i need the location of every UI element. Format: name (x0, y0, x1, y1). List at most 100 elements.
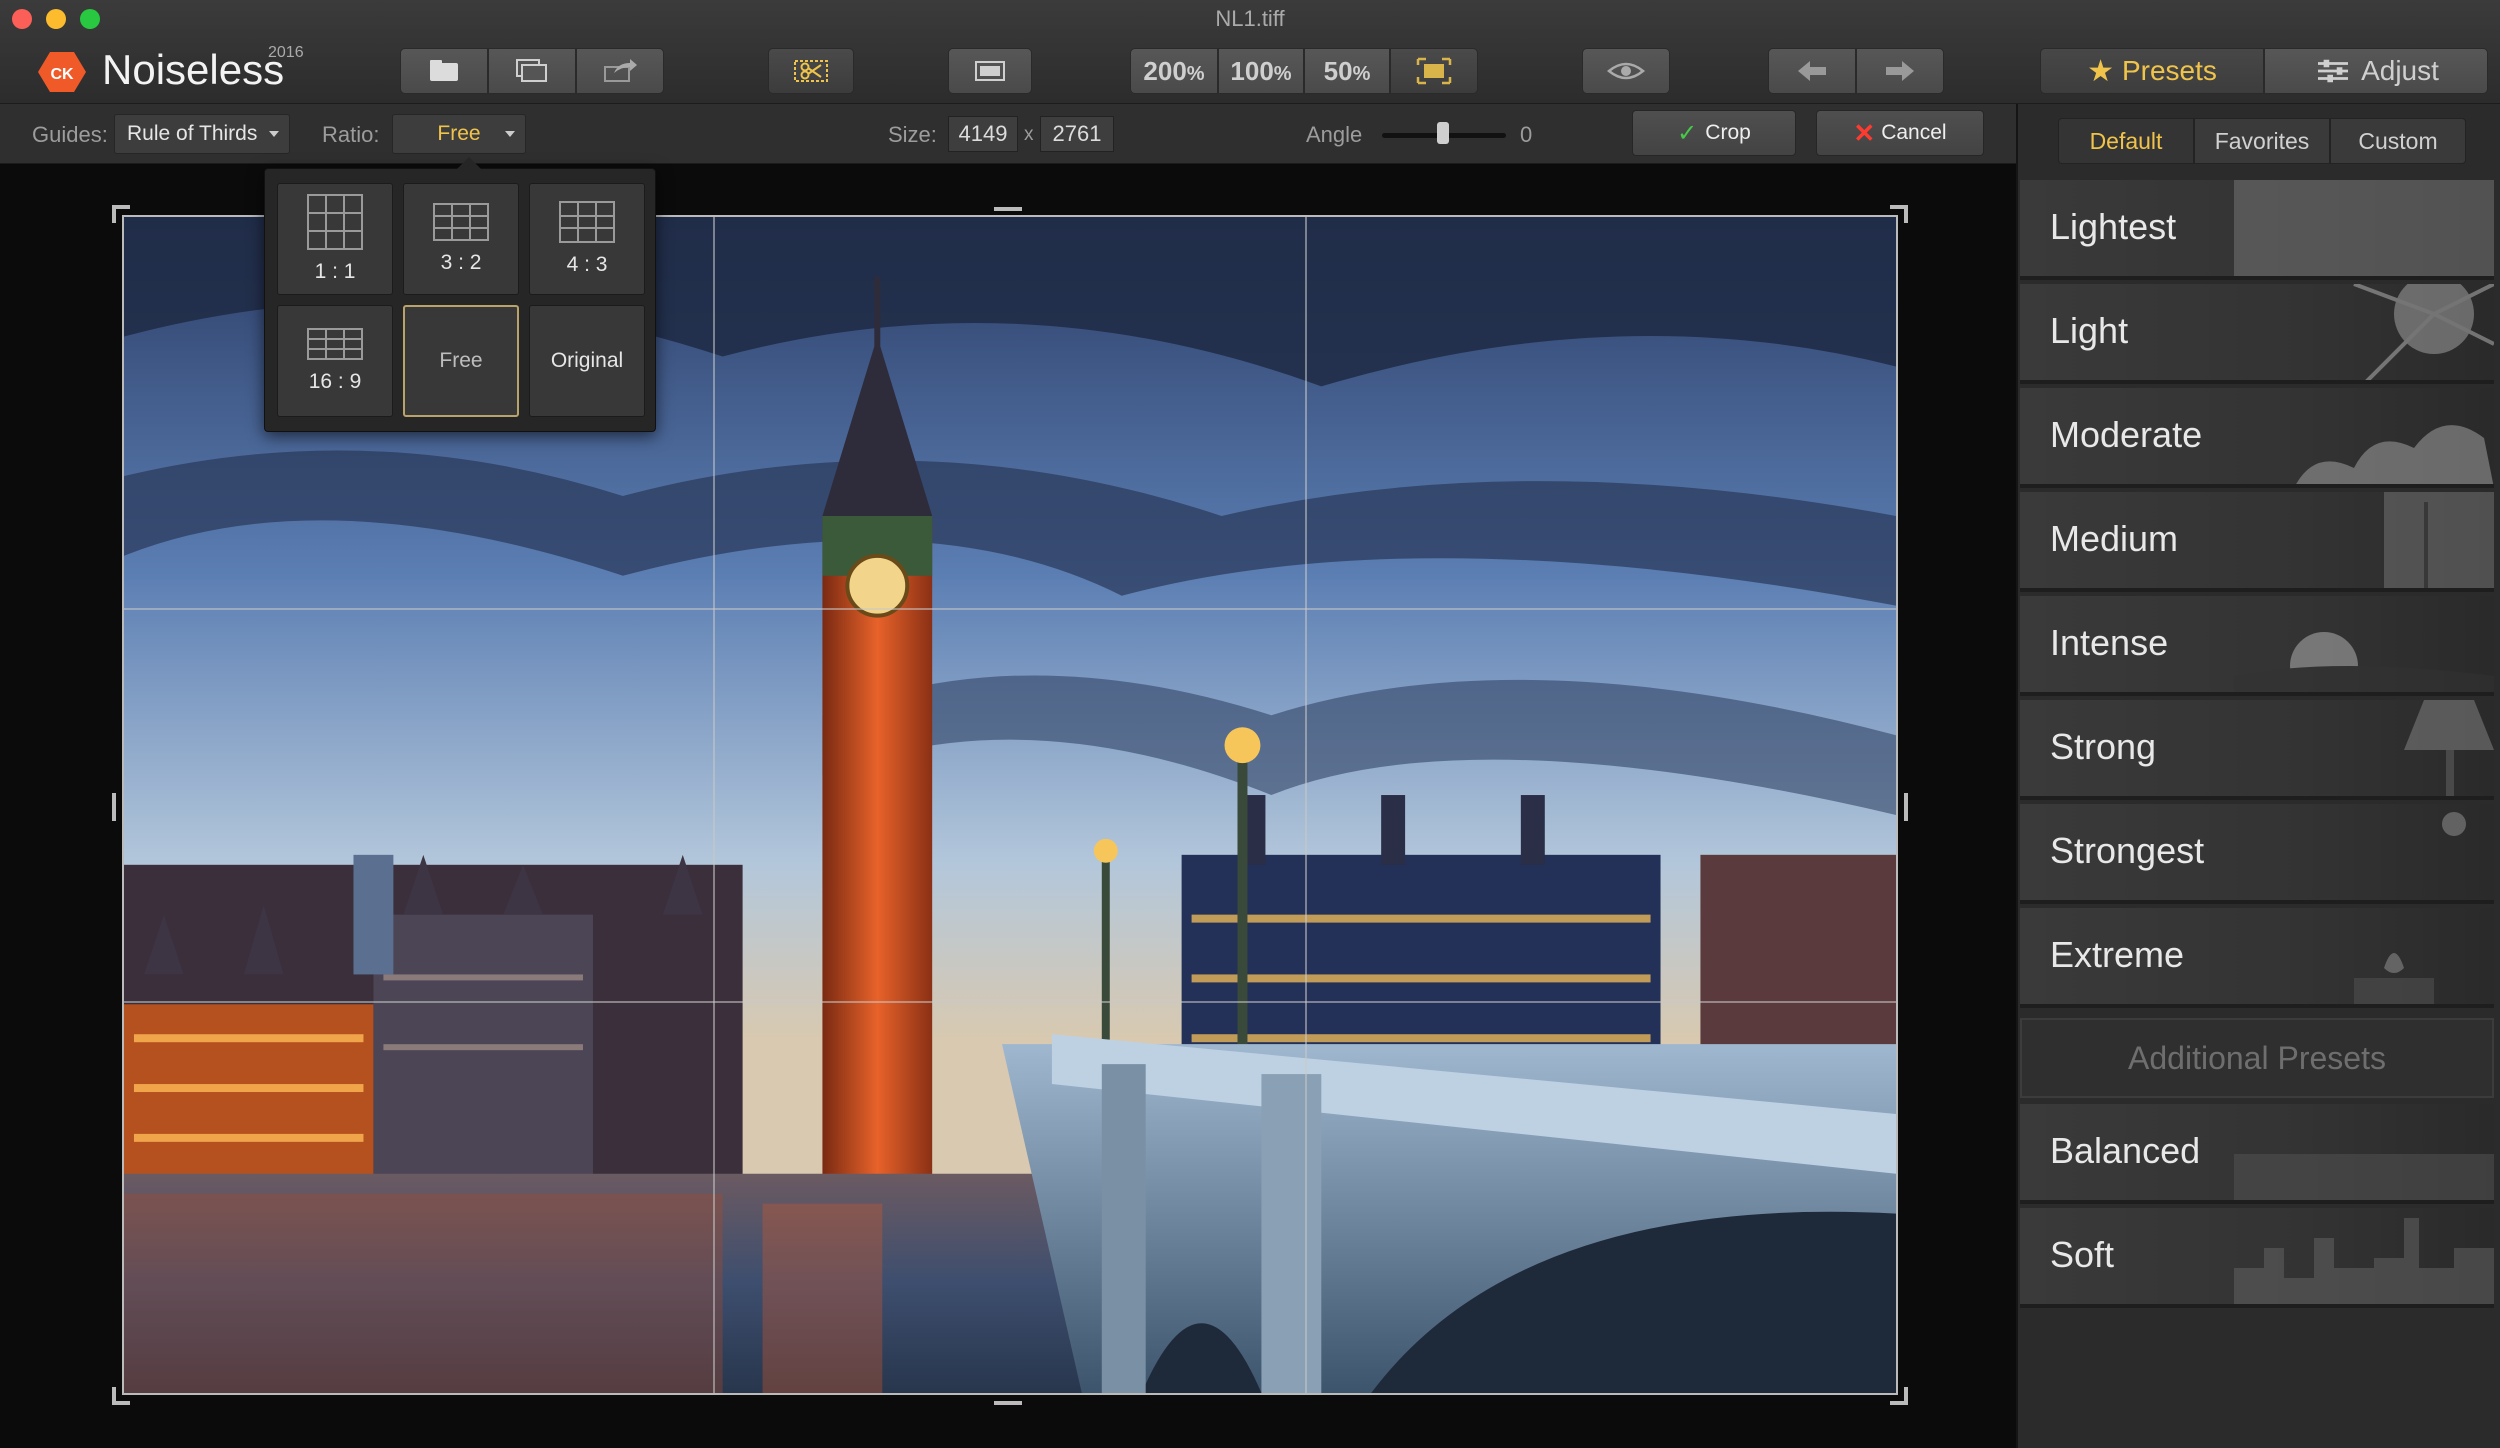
preset-soft[interactable]: Soft (2020, 1208, 2494, 1308)
preset-moderate[interactable]: Moderate (2020, 388, 2494, 488)
guide-line-vertical-2 (1305, 217, 1307, 1393)
ratio-popup: 1 : 1 3 : 2 4 : 3 16 : 9 Free Original (264, 157, 656, 432)
crop-tool-group (768, 48, 854, 94)
crop-button[interactable]: ✓ Crop (1632, 110, 1796, 156)
angle-value: 0 (1520, 122, 1533, 147)
crop-handle-bottom-left-v[interactable] (112, 1387, 116, 1405)
share-button[interactable] (576, 48, 664, 94)
undo-arrow-icon (1798, 61, 1826, 81)
crop-handle-right-mid[interactable] (1904, 793, 1908, 821)
size-label: Size: (888, 122, 937, 147)
preset-intense[interactable]: Intense (2020, 596, 2494, 696)
ratio-option-4-3[interactable]: 4 : 3 (529, 183, 645, 295)
crop-handle-bottom-mid[interactable] (994, 1401, 1022, 1405)
angle-slider-knob[interactable] (1437, 122, 1449, 144)
popup-arrow (457, 157, 481, 169)
single-view-button[interactable] (948, 48, 1032, 94)
preview-group (1582, 48, 1670, 94)
preset-extreme[interactable]: Extreme (2020, 908, 2494, 1008)
window-thumbnail-icon (2384, 492, 2494, 588)
app-badge-text: CK (50, 66, 74, 83)
preset-light[interactable]: Light (2020, 284, 2494, 384)
guides-dropdown[interactable]: Rule of Thirds (114, 114, 290, 154)
guide-line-horizontal-1 (124, 608, 1896, 610)
crop-handle-top-mid[interactable] (994, 207, 1022, 211)
star-icon: ★ (2087, 54, 2114, 88)
close-icon: ✕ (1853, 117, 1876, 148)
preview-button[interactable] (1582, 48, 1670, 94)
panel-tabs: ★ Presets Adjust (2040, 48, 2488, 94)
redo-button[interactable] (1856, 48, 1944, 94)
tab-default[interactable]: Default (2058, 118, 2194, 164)
crop-handle-top-left-v[interactable] (112, 205, 116, 223)
grid-3-2-icon (433, 203, 489, 241)
tab-presets[interactable]: ★ Presets (2040, 48, 2264, 94)
sliders-icon (2318, 59, 2349, 83)
preset-strongest[interactable]: Strongest (2020, 804, 2494, 904)
crop-tool-button[interactable] (768, 48, 854, 94)
app-name: Noiseless (102, 46, 285, 93)
open-button[interactable] (400, 48, 488, 94)
single-view-icon (975, 61, 1005, 81)
zoom-100-button[interactable]: 100% (1218, 48, 1304, 94)
crop-height-field[interactable]: 2761 (1040, 116, 1114, 152)
lamp-thumbnail-icon (2404, 700, 2494, 796)
guide-line-horizontal-2 (124, 1001, 1896, 1003)
scissors-crop-icon (794, 60, 828, 82)
sun-rays-thumbnail-icon (2353, 284, 2494, 380)
batch-button[interactable] (488, 48, 576, 94)
crop-handle-bottom-right-v[interactable] (1904, 1387, 1908, 1405)
zoom-50-button[interactable]: 50% (1304, 48, 1390, 94)
preset-category-tabs: Default Favorites Custom (2058, 118, 2466, 164)
skyline-thumbnail-icon (2234, 1218, 2494, 1304)
view-mode-group (948, 48, 1032, 94)
square-grid-icon (307, 194, 363, 250)
white-gradient-thumbnail-icon (2234, 180, 2494, 276)
zoom-group: 200% 100% 50% (1130, 48, 1478, 94)
undo-button[interactable] (1768, 48, 1856, 94)
grid-4-3-icon (559, 201, 615, 243)
candle-thumbnail-icon (2354, 953, 2434, 1004)
crop-width-field[interactable]: 4149 (948, 116, 1018, 152)
tab-custom[interactable]: Custom (2330, 118, 2466, 164)
preset-lightest[interactable]: Lightest (2020, 180, 2494, 280)
grid-16-9-icon (307, 328, 363, 360)
history-group (1768, 48, 1944, 94)
eye-icon (1607, 62, 1645, 80)
zoom-200-button[interactable]: 200% (1130, 48, 1218, 94)
clouds-thumbnail-icon (2296, 425, 2494, 484)
cancel-button[interactable]: ✕ Cancel (1816, 110, 1984, 156)
chevron-down-icon (505, 131, 515, 137)
preset-medium[interactable]: Medium (2020, 492, 2494, 592)
fit-screen-icon (1416, 57, 1452, 85)
ratio-option-free[interactable]: Free (403, 305, 519, 417)
open-folder-icon (430, 60, 458, 81)
ratio-option-3-2[interactable]: 3 : 2 (403, 183, 519, 295)
guides-label: Guides: (32, 122, 108, 147)
checkmark-icon: ✓ (1677, 119, 1698, 147)
presets-sidebar: Default Favorites Custom Lightest Light … (2016, 104, 2500, 1448)
ratio-dropdown[interactable]: Free (392, 114, 526, 154)
tab-favorites[interactable]: Favorites (2194, 118, 2330, 164)
size-separator: x (1024, 124, 1034, 145)
redo-arrow-icon (1886, 61, 1914, 81)
crop-handle-left-mid[interactable] (112, 793, 116, 821)
chevron-down-icon (269, 131, 279, 137)
ratio-option-16-9[interactable]: 16 : 9 (277, 305, 393, 417)
additional-presets-header[interactable]: Additional Presets (2020, 1018, 2494, 1098)
angle-label: Angle (1306, 122, 1363, 147)
file-button-group (400, 48, 664, 94)
tab-adjust[interactable]: Adjust (2264, 48, 2488, 94)
preset-strong[interactable]: Strong (2020, 700, 2494, 800)
moon-thumbnail-icon (2234, 632, 2494, 692)
preset-balanced[interactable]: Balanced (2020, 1104, 2494, 1204)
layers-icon (516, 59, 547, 82)
share-icon (604, 59, 637, 82)
seascape-thumbnail-icon (2234, 1154, 2494, 1200)
ratio-label: Ratio: (322, 122, 380, 147)
zoom-fit-button[interactable] (1390, 48, 1478, 94)
ratio-option-original[interactable]: Original (529, 305, 645, 417)
app-year: 2016 (268, 44, 304, 61)
crop-handle-top-right-v[interactable] (1904, 205, 1908, 223)
ratio-option-1-1[interactable]: 1 : 1 (277, 183, 393, 295)
